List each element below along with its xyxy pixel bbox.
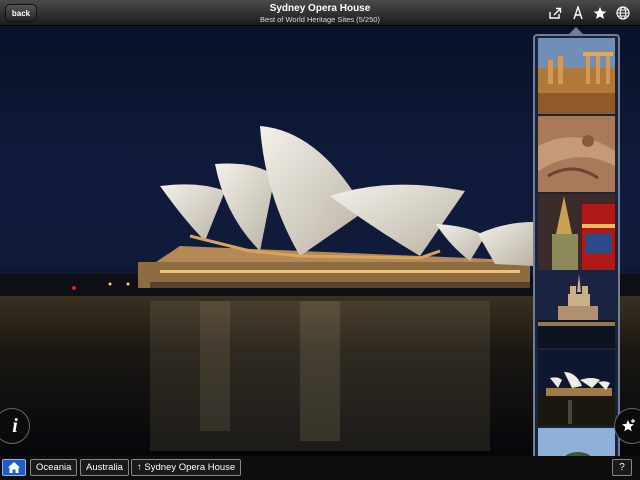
text-size-icon[interactable] — [569, 4, 587, 22]
home-icon — [8, 462, 20, 473]
star-add-icon — [622, 419, 635, 432]
help-button[interactable]: ? — [612, 459, 632, 476]
breadcrumb-oceania[interactable]: Oceania — [30, 459, 78, 476]
breadcrumb-australia[interactable]: Australia — [80, 459, 129, 476]
breadcrumb: Oceania Australia ↑ Sydney Opera House ? — [0, 456, 640, 480]
page-title: Sydney Opera House — [269, 3, 371, 14]
star-icon[interactable] — [591, 4, 609, 22]
thumbnail-strip — [533, 34, 620, 480]
thumb-temple[interactable] — [538, 194, 615, 270]
breadcrumb-sydney-opera-house[interactable]: ↑ Sydney Opera House — [131, 459, 242, 476]
share-icon[interactable] — [546, 4, 564, 22]
thumb-opera-house[interactable] — [538, 350, 615, 426]
top-navigation-bar: back Sydney Opera House Best of World He… — [0, 0, 640, 26]
thumb-ruins[interactable] — [538, 38, 615, 114]
globe-icon[interactable] — [614, 4, 632, 22]
thumb-cathedral[interactable] — [538, 272, 615, 348]
thumb-rock-art[interactable] — [538, 116, 615, 192]
home-button[interactable] — [2, 459, 26, 476]
back-button[interactable]: back — [5, 4, 37, 22]
page-subtitle: Best of World Heritage Sites (5/250) — [260, 15, 380, 24]
